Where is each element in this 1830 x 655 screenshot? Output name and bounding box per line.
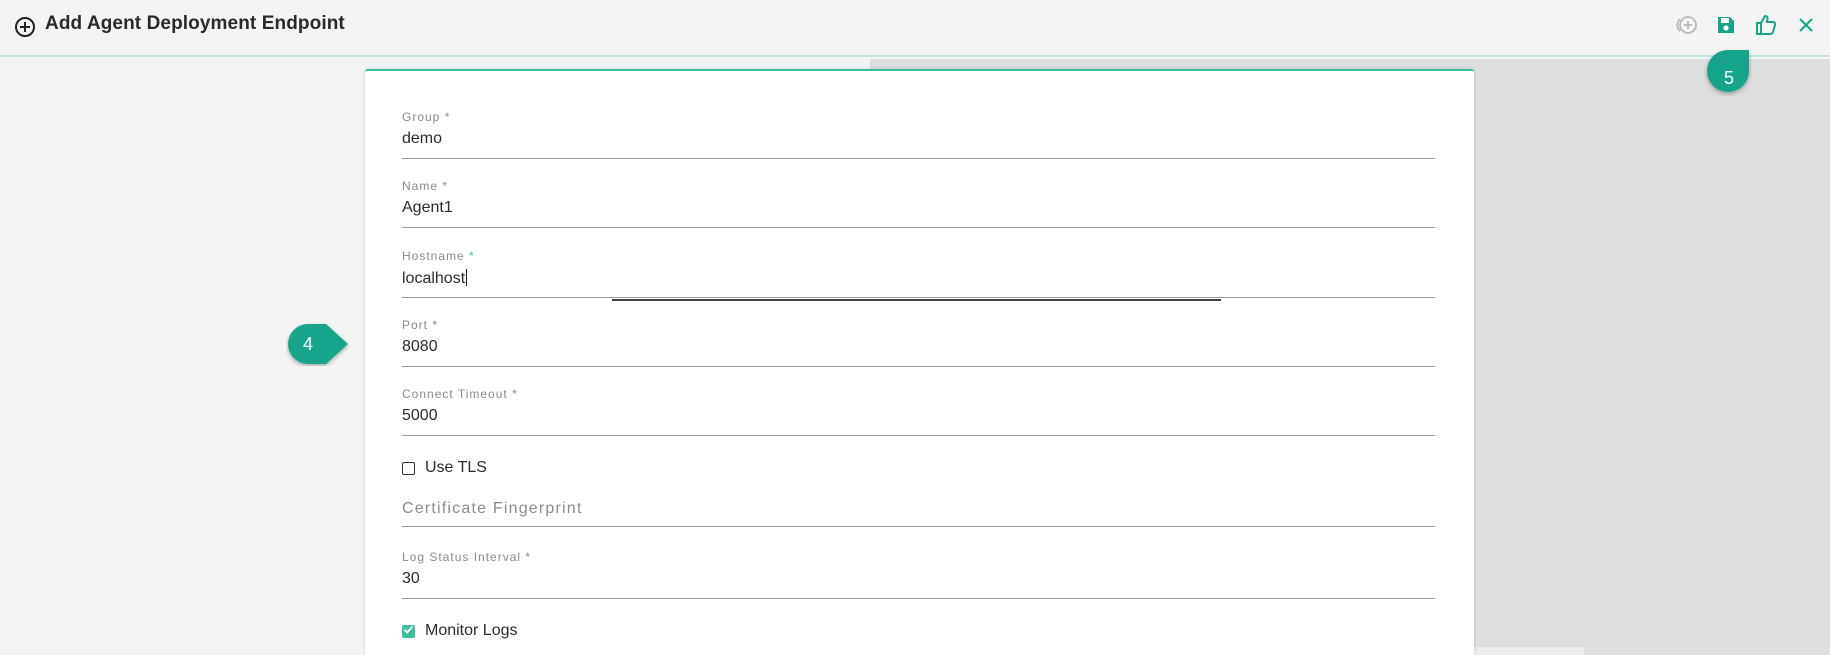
certificate-fingerprint-field[interactable]: Certificate Fingerprint	[402, 500, 1435, 527]
save-icon	[1716, 15, 1736, 40]
close-button[interactable]	[1793, 14, 1819, 40]
add-another-icon	[1675, 14, 1699, 41]
save-button[interactable]	[1713, 14, 1739, 40]
app-root: Add Agent Deployment Endpoint Group * de…	[0, 0, 1830, 655]
form-card: Group * demo Name * Agent1 Hostname * lo…	[365, 69, 1474, 655]
approve-icon	[1755, 14, 1777, 41]
monitor-logs-checkbox[interactable]: Monitor Logs	[402, 622, 518, 640]
group-label: Group	[402, 110, 441, 124]
close-icon	[1798, 17, 1814, 38]
connect-timeout-value: 5000	[402, 407, 438, 424]
hostname-value: localhost	[402, 270, 466, 287]
step-callout-5: 5	[1703, 46, 1753, 96]
port-value: 8080	[402, 338, 438, 355]
page-title: Add Agent Deployment Endpoint	[45, 13, 345, 34]
required-marker: *	[469, 249, 475, 263]
required-marker: *	[432, 318, 439, 332]
use-tls-checkbox[interactable]: Use TLS	[402, 459, 487, 477]
use-tls-label: Use TLS	[425, 459, 487, 476]
checkbox-box[interactable]	[402, 622, 415, 640]
log-status-interval-field[interactable]: Log Status Interval * 30	[402, 550, 1435, 599]
log-status-interval-label: Log Status Interval	[402, 550, 522, 564]
add-another-button[interactable]	[1674, 14, 1700, 40]
step-callout-4: 4	[286, 322, 352, 366]
name-value: Agent1	[402, 199, 453, 216]
field-underline	[402, 526, 1435, 527]
dialog-header: Add Agent Deployment Endpoint	[0, 0, 1830, 57]
field-underline	[402, 435, 1435, 436]
callout-number: 5	[1723, 67, 1734, 88]
hostname-field[interactable]: Hostname * localhost	[402, 249, 1435, 301]
port-label: Port	[402, 318, 429, 332]
name-field[interactable]: Name * Agent1	[402, 179, 1435, 228]
field-underline	[402, 297, 1435, 298]
checkmark-icon	[403, 622, 414, 640]
callout-number: 4	[302, 333, 313, 354]
required-marker: *	[525, 550, 532, 564]
required-marker: *	[444, 110, 451, 124]
connect-timeout-field[interactable]: Connect Timeout * 5000	[402, 387, 1435, 436]
name-label: Name	[402, 179, 439, 193]
checkbox-box[interactable]	[402, 461, 415, 475]
log-status-interval-value: 30	[402, 570, 420, 587]
focus-underline	[612, 299, 1221, 301]
add-circle-icon	[14, 16, 36, 38]
group-field[interactable]: Group * demo	[402, 110, 1435, 159]
field-underline	[402, 227, 1435, 228]
required-marker: *	[442, 179, 449, 193]
monitor-logs-label: Monitor Logs	[425, 622, 518, 639]
hostname-label: Hostname	[402, 249, 465, 263]
approve-button[interactable]	[1753, 14, 1779, 40]
certificate-fingerprint-placeholder: Certificate Fingerprint	[402, 500, 583, 517]
group-value: demo	[402, 130, 443, 147]
text-cursor	[466, 269, 468, 286]
background-strip	[1474, 647, 1584, 655]
connect-timeout-label: Connect Timeout	[402, 387, 508, 401]
port-field[interactable]: Port * 8080	[402, 318, 1435, 367]
field-underline	[402, 366, 1435, 367]
field-underline	[402, 158, 1435, 159]
required-marker: *	[512, 387, 518, 401]
field-underline	[402, 598, 1435, 599]
